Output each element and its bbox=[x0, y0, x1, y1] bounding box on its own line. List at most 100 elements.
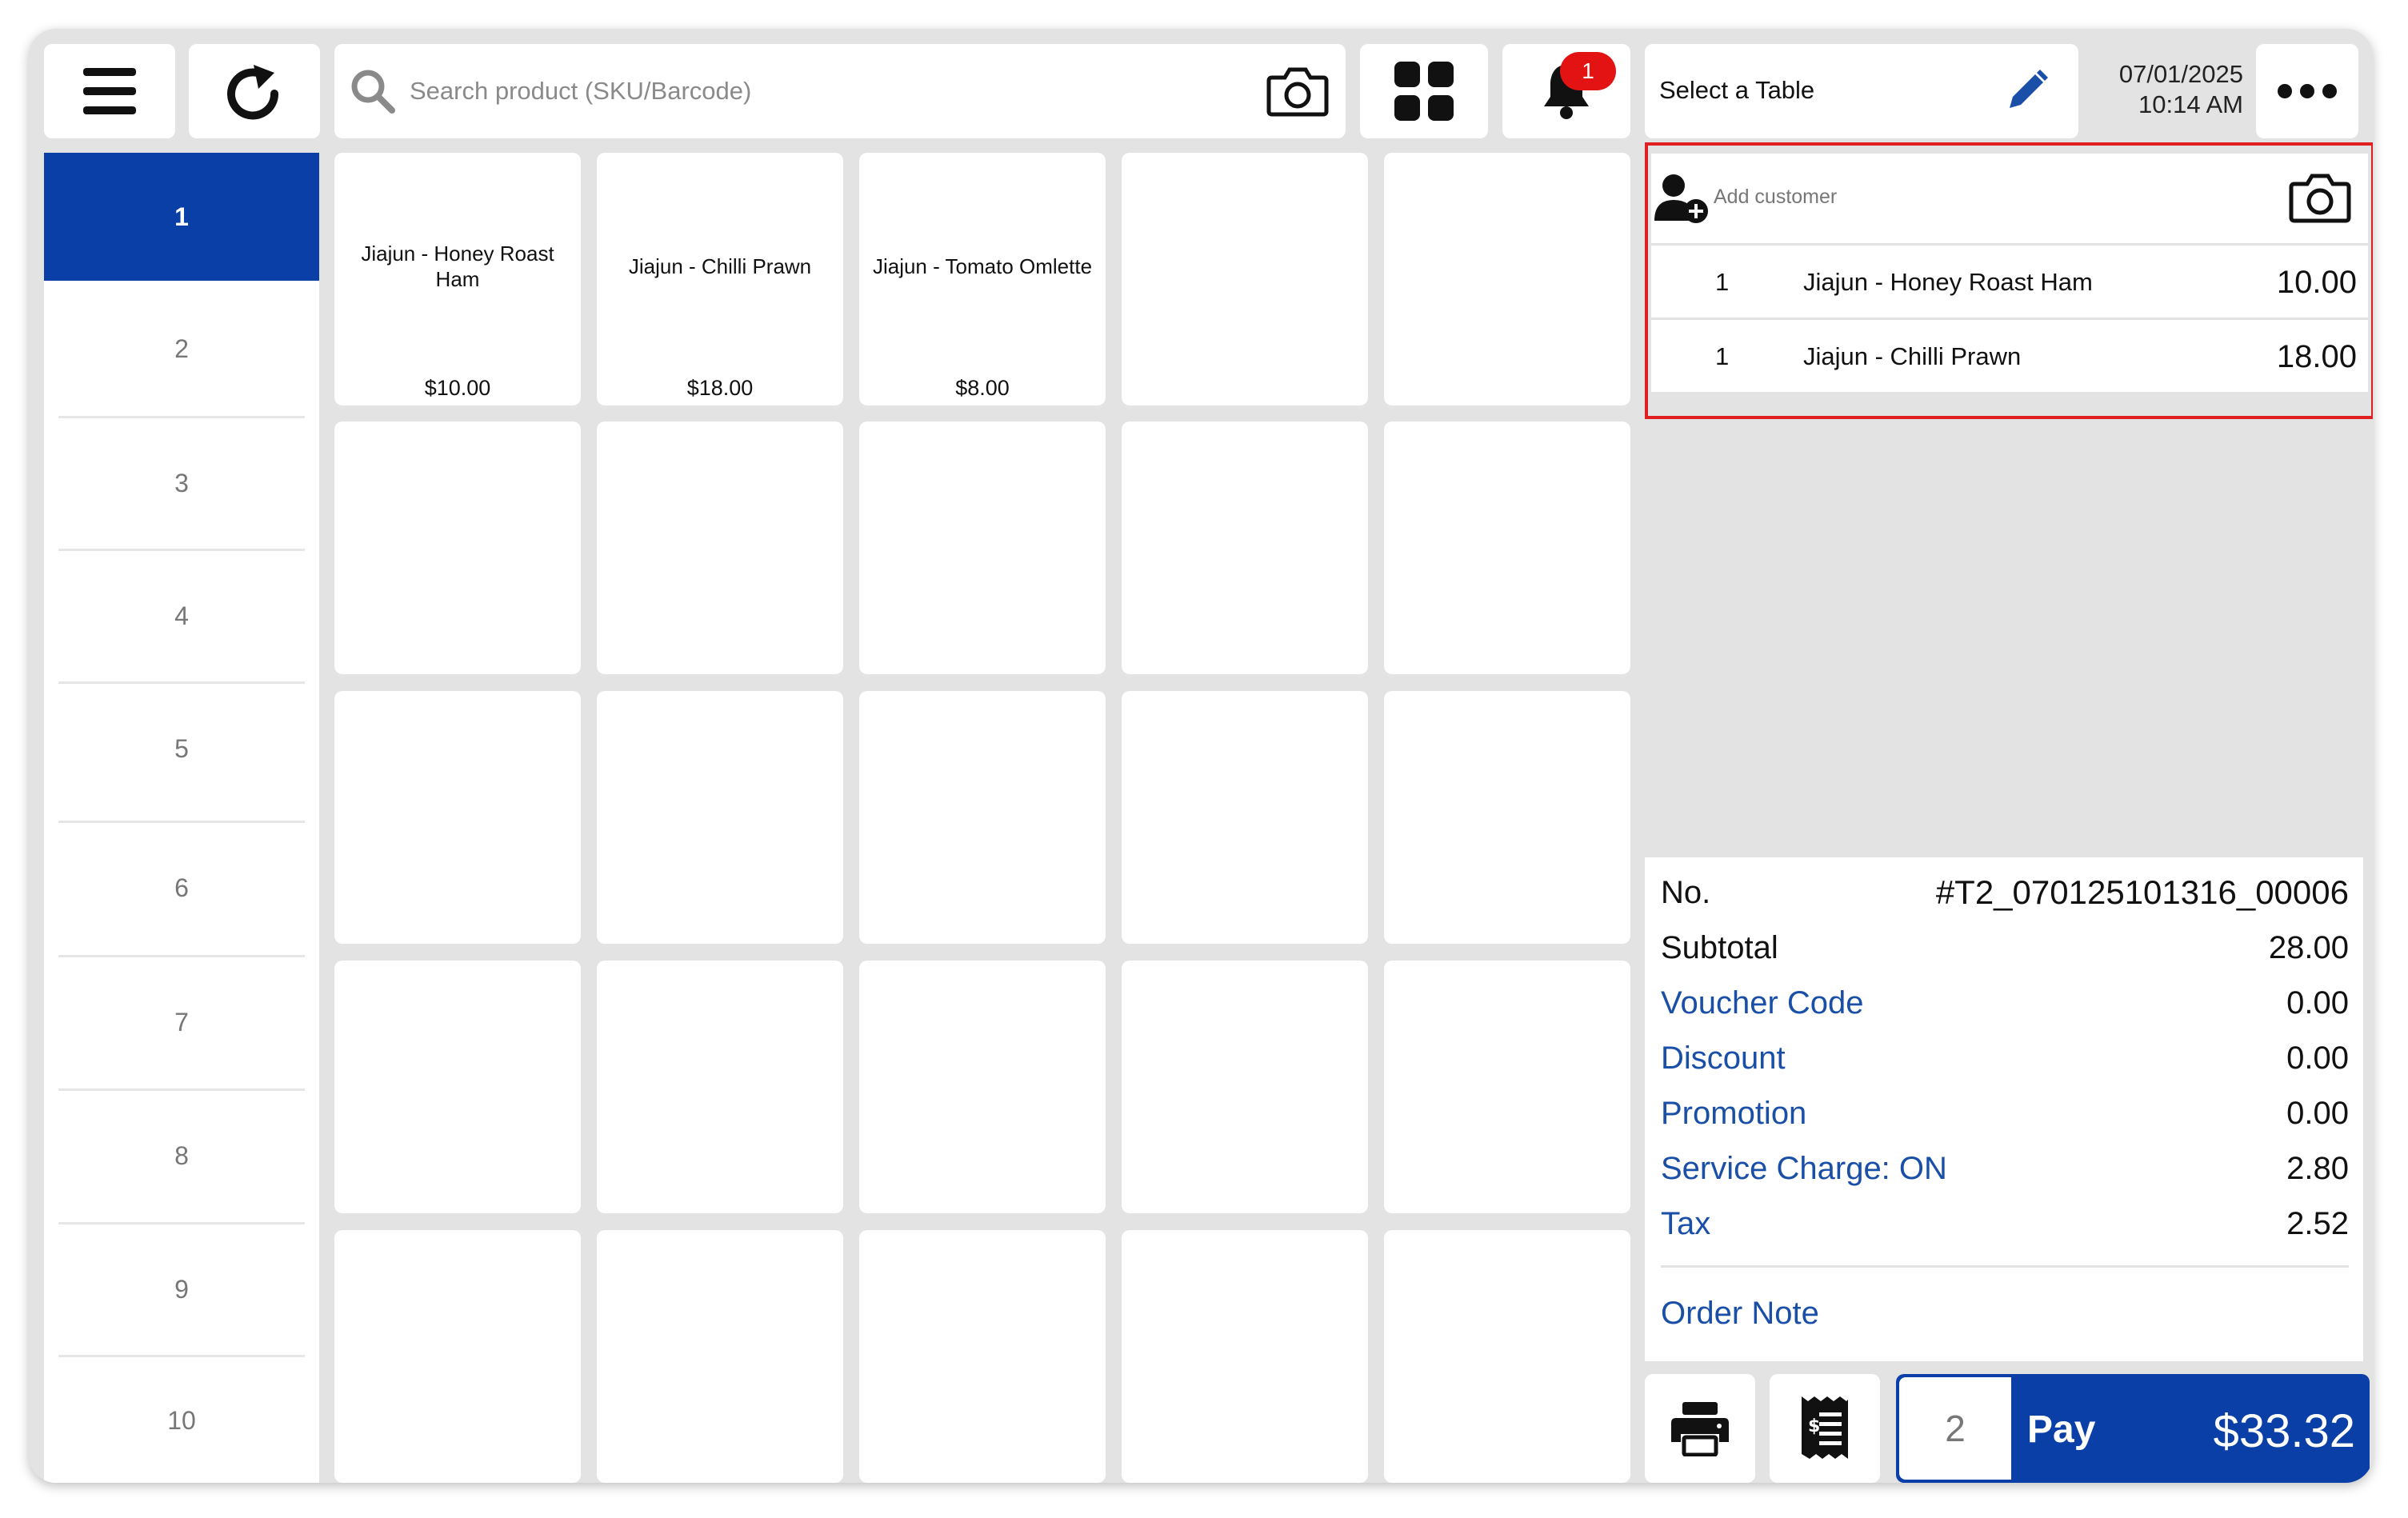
item-amount: 18.00 bbox=[2276, 339, 2357, 374]
edit-table-button[interactable] bbox=[2005, 68, 2050, 117]
pay-button[interactable]: 2 Pay $33.32 bbox=[1896, 1374, 2370, 1483]
order-note-link[interactable]: Order Note bbox=[1661, 1296, 1819, 1332]
subtotal-value: 28.00 bbox=[2268, 929, 2349, 965]
promotion-link[interactable]: Promotion bbox=[1661, 1096, 1806, 1132]
order-number-value: #T2_070125101316_00006 bbox=[1935, 873, 2349, 911]
notifications-button[interactable]: 1 bbox=[1502, 44, 1630, 138]
table-label: Select a Table bbox=[1659, 76, 1815, 104]
category-tab-1[interactable]: 1 bbox=[44, 153, 319, 281]
product-price: $8.00 bbox=[955, 376, 1010, 400]
more-dots-icon bbox=[2278, 84, 2337, 98]
print-button[interactable] bbox=[1645, 1374, 1755, 1483]
pax-count: 2 bbox=[1945, 1408, 1966, 1449]
item-name: Jiajun - Chilli Prawn bbox=[1803, 342, 2022, 370]
menu-button[interactable] bbox=[44, 44, 175, 138]
subtotal-row: Subtotal 28.00 bbox=[1661, 924, 2349, 972]
service-charge-value: 2.80 bbox=[2286, 1150, 2349, 1186]
product-name: Jiajun - Tomato Omlette bbox=[872, 254, 1093, 278]
search-bar[interactable] bbox=[334, 44, 1346, 138]
divider bbox=[58, 1355, 305, 1357]
notification-badge: 1 bbox=[1560, 52, 1616, 90]
empty-product-slot bbox=[334, 421, 581, 674]
tax-link[interactable]: Tax bbox=[1661, 1206, 1710, 1242]
empty-product-slot bbox=[1384, 961, 1630, 1213]
empty-product-slot bbox=[597, 1230, 843, 1483]
table-selector[interactable]: Select a Table bbox=[1645, 44, 2078, 138]
tax-row[interactable]: Tax 2.52 bbox=[1661, 1200, 2349, 1248]
empty-product-slot bbox=[334, 691, 581, 944]
product-price: $10.00 bbox=[424, 376, 491, 400]
add-customer-label: Add customer bbox=[1714, 186, 1838, 208]
category-tab-6[interactable]: 6 bbox=[44, 824, 319, 952]
item-qty: 1 bbox=[1715, 342, 1730, 370]
product-tile-tomato-omlette[interactable]: Jiajun - Tomato Omlette $8.00 bbox=[859, 153, 1106, 405]
item-qty: 1 bbox=[1715, 268, 1730, 296]
order-number-label: No. bbox=[1661, 874, 1711, 910]
order-note-row[interactable]: Order Note bbox=[1661, 1289, 2349, 1337]
refresh-button[interactable] bbox=[189, 44, 320, 138]
svg-text:$: $ bbox=[1808, 1416, 1820, 1436]
empty-product-slot bbox=[859, 961, 1106, 1213]
empty-product-slot bbox=[1122, 421, 1368, 674]
order-item-row[interactable]: 1 Jiajun - Honey Roast Ham 10.00 bbox=[1651, 246, 2368, 318]
date-text: 07/01/2025 bbox=[2118, 60, 2243, 88]
category-tab-9[interactable]: 9 bbox=[44, 1225, 319, 1353]
divider bbox=[58, 681, 305, 684]
empty-product-slot bbox=[334, 961, 581, 1213]
pay-label: Pay bbox=[2027, 1408, 2096, 1451]
discount-row[interactable]: Discount 0.00 bbox=[1661, 1034, 2349, 1082]
hamburger-icon bbox=[83, 68, 136, 114]
service-charge-row[interactable]: Service Charge: ON 2.80 bbox=[1661, 1144, 2349, 1192]
scan-camera-button[interactable] bbox=[1266, 63, 1330, 123]
divider bbox=[1661, 1265, 2349, 1268]
customer-camera-button[interactable] bbox=[2288, 170, 2352, 230]
discount-value: 0.00 bbox=[2286, 1040, 2349, 1076]
order-item-row[interactable]: 1 Jiajun - Chilli Prawn 18.00 bbox=[1651, 320, 2368, 392]
empty-product-slot bbox=[859, 691, 1106, 944]
grid-icon bbox=[1394, 62, 1454, 121]
empty-product-slot bbox=[1122, 153, 1368, 405]
pax-count-box[interactable]: 2 bbox=[1899, 1377, 2011, 1480]
empty-product-slot bbox=[1122, 1230, 1368, 1483]
category-tab-5[interactable]: 5 bbox=[44, 685, 319, 813]
promotion-row[interactable]: Promotion 0.00 bbox=[1661, 1089, 2349, 1137]
receipt-button[interactable]: $ bbox=[1770, 1374, 1880, 1483]
category-tab-4[interactable]: 4 bbox=[44, 552, 319, 680]
divider bbox=[58, 955, 305, 957]
printer-icon bbox=[1671, 1402, 1729, 1456]
product-name: Jiajun - Chilli Prawn bbox=[628, 254, 812, 278]
divider bbox=[58, 1222, 305, 1224]
add-customer-icon bbox=[1654, 174, 1708, 223]
divider bbox=[58, 1089, 305, 1091]
voucher-row[interactable]: Voucher Code 0.00 bbox=[1661, 979, 2349, 1027]
product-name: Jiajun - Honey Roast Ham bbox=[361, 242, 554, 291]
item-name: Jiajun - Honey Roast Ham bbox=[1803, 268, 2093, 296]
order-summary: No. #T2_070125101316_00006 Subtotal 28.0… bbox=[1645, 857, 2363, 1361]
product-tile-honey-roast-ham[interactable]: Jiajun - Honey Roast Ham $10.00 bbox=[334, 153, 581, 405]
empty-product-slot bbox=[859, 1230, 1106, 1483]
voucher-code-link[interactable]: Voucher Code bbox=[1661, 985, 1864, 1021]
camera-icon bbox=[1266, 67, 1329, 117]
category-tab-2[interactable]: 2 bbox=[44, 285, 319, 413]
more-options-button[interactable] bbox=[2256, 44, 2358, 138]
search-icon bbox=[351, 70, 395, 114]
category-tab-10[interactable]: 10 bbox=[44, 1358, 319, 1483]
search-input[interactable] bbox=[410, 67, 1210, 115]
category-tab-3[interactable]: 3 bbox=[44, 419, 319, 547]
category-tab-8[interactable]: 8 bbox=[44, 1092, 319, 1220]
order-number-row: No. #T2_070125101316_00006 bbox=[1661, 869, 2349, 917]
pay-total: $33.32 bbox=[2213, 1405, 2355, 1457]
category-list: 1 2 3 4 5 6 7 8 9 10 bbox=[44, 153, 319, 1483]
empty-product-slot bbox=[1122, 961, 1368, 1213]
order-panel: Add customer 1 Jiajun - Honey Roast Ham … bbox=[1645, 142, 2373, 419]
divider bbox=[58, 549, 305, 551]
product-tile-chilli-prawn[interactable]: Jiajun - Chilli Prawn $18.00 bbox=[597, 153, 843, 405]
empty-product-slot bbox=[1384, 1230, 1630, 1483]
discount-link[interactable]: Discount bbox=[1661, 1041, 1786, 1077]
promotion-value: 0.00 bbox=[2286, 1095, 2349, 1131]
grid-view-button[interactable] bbox=[1360, 44, 1488, 138]
time-text: 10:14 AM bbox=[2138, 90, 2243, 118]
category-tab-7[interactable]: 7 bbox=[44, 958, 319, 1086]
customer-row[interactable]: Add customer bbox=[1651, 154, 2368, 243]
service-charge-link[interactable]: Service Charge: ON bbox=[1661, 1151, 1947, 1187]
